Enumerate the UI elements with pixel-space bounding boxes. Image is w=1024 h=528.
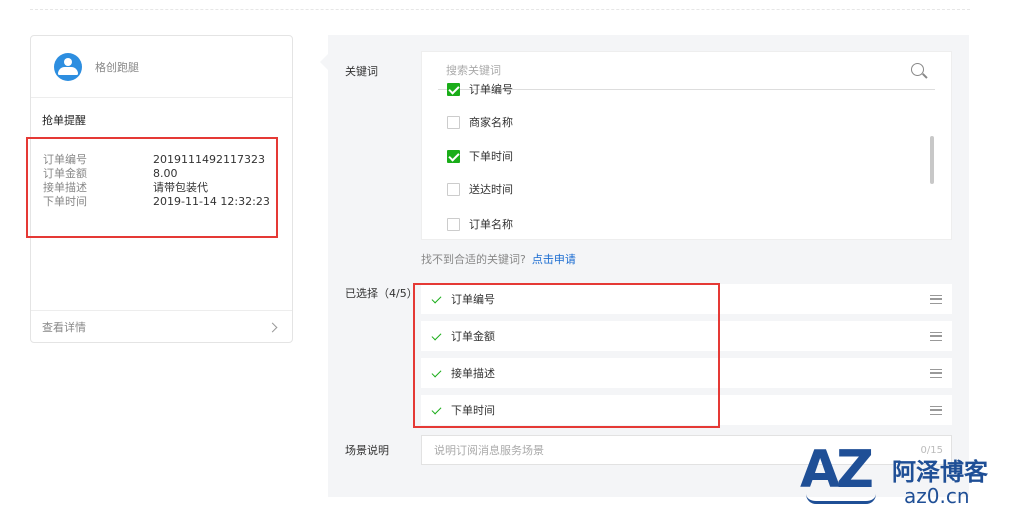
card-header: 格创跑腿: [31, 36, 292, 98]
view-details-link[interactable]: 查看详情: [31, 310, 292, 343]
checkbox-checked[interactable]: [447, 149, 460, 163]
keyword-option[interactable]: 商家名称: [447, 112, 513, 132]
keyword-search-input[interactable]: [446, 64, 846, 77]
apply-link[interactable]: 点击申请: [532, 253, 576, 266]
watermark-name: 阿泽博客: [892, 458, 988, 486]
keyword-option[interactable]: 订单名称: [447, 214, 513, 234]
scene-label: 场景说明: [345, 444, 389, 457]
search-icon[interactable]: [911, 62, 927, 79]
watermark-logo: AZ 阿泽博客 az0.cn: [800, 444, 1010, 514]
top-divider: [30, 9, 970, 10]
chevron-right-icon: [267, 322, 278, 332]
drag-handle-icon[interactable]: [930, 368, 942, 378]
checkbox[interactable]: [447, 217, 460, 231]
card-title: 抢单提醒: [42, 114, 86, 127]
keyword-option[interactable]: 下单时间: [447, 146, 513, 166]
panel-pointer: [320, 54, 328, 70]
highlight-box-fields: [26, 137, 278, 238]
keyword-option[interactable]: 送达时间: [447, 179, 513, 199]
checkbox[interactable]: [447, 182, 460, 196]
scene-input[interactable]: [434, 443, 854, 457]
watermark-domain: az0.cn: [904, 484, 970, 508]
hint-text: 找不到合适的关键词?: [421, 253, 526, 266]
keyword-picker: 订单编号 商家名称 下单时间 送达时间 订单名称: [421, 51, 952, 240]
keyword-hint: 找不到合适的关键词? 点击申请: [421, 251, 576, 267]
selected-label: 已选择（4/5）: [345, 287, 418, 300]
highlight-box-selected: [413, 283, 720, 428]
keyword-option[interactable]: 订单编号: [447, 79, 513, 99]
keyword-option-label: 订单编号: [469, 83, 513, 96]
drag-handle-icon[interactable]: [930, 405, 942, 415]
keyword-label: 关键词: [345, 65, 378, 78]
scrollbar-thumb[interactable]: [930, 136, 934, 184]
keyword-option-label: 下单时间: [469, 150, 513, 163]
watermark-az: AZ: [800, 440, 874, 500]
avatar: [54, 52, 82, 81]
checkbox-checked[interactable]: [447, 82, 460, 96]
book-icon: [806, 494, 876, 504]
account-name: 格创跑腿: [95, 60, 139, 74]
drag-handle-icon[interactable]: [930, 294, 942, 304]
view-details-label: 查看详情: [42, 321, 86, 334]
checkbox[interactable]: [447, 115, 460, 129]
drag-handle-icon[interactable]: [930, 331, 942, 341]
keyword-option-label: 商家名称: [469, 116, 513, 129]
keyword-option-label: 订单名称: [469, 218, 513, 231]
keyword-option-label: 送达时间: [469, 183, 513, 196]
